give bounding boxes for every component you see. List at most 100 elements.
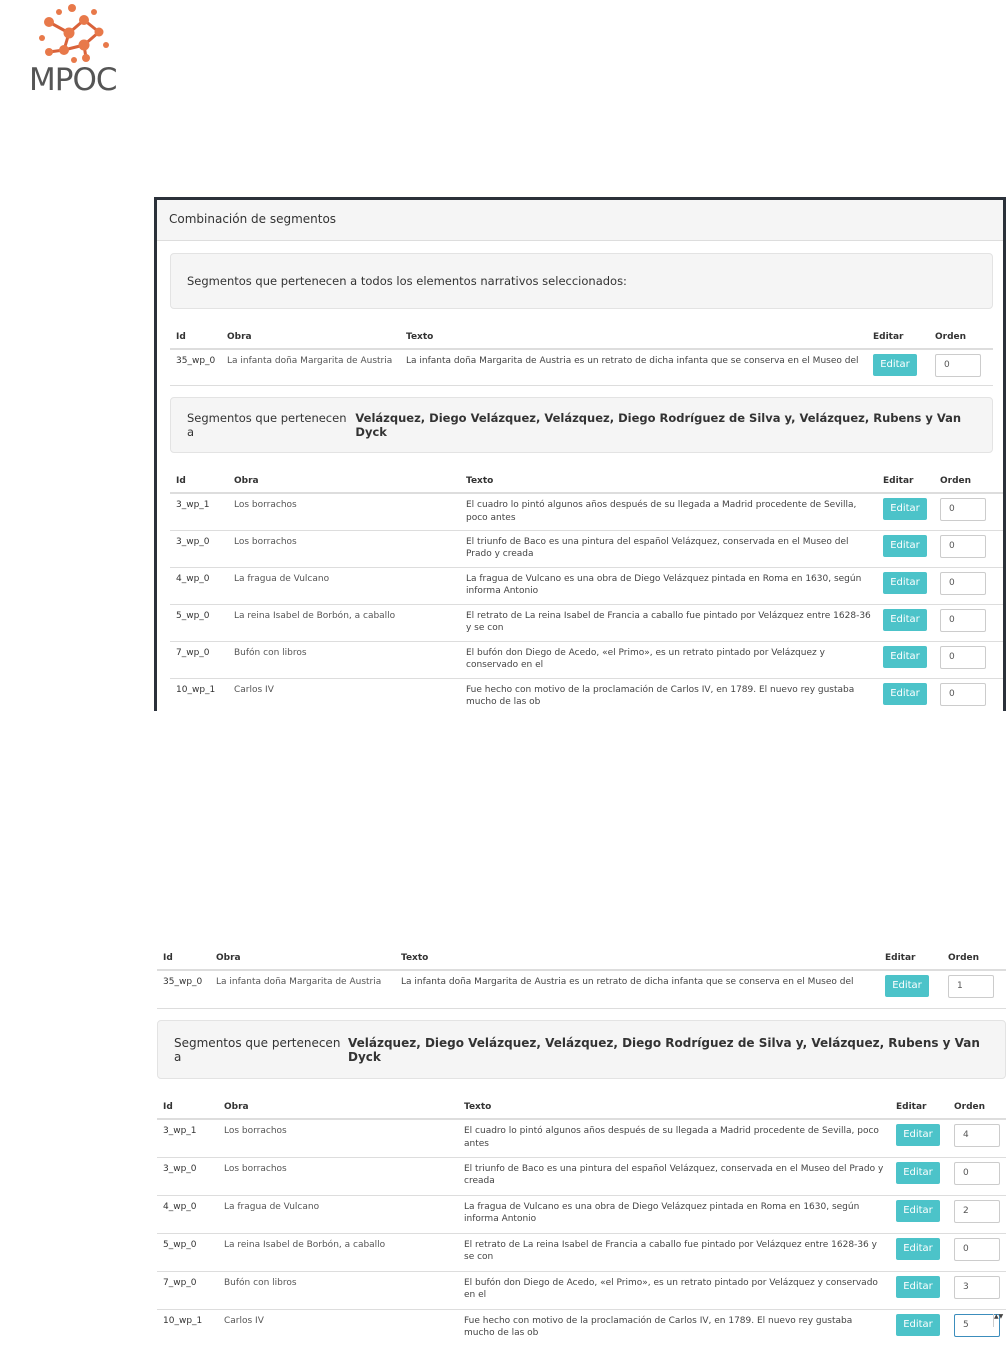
order-cell: 0 bbox=[934, 493, 1003, 531]
group-heading-authors: Velázquez, Diego Velázquez, Velázquez, D… bbox=[347, 1035, 980, 1064]
common-segments-table-after: Id Obra Texto Editar Orden 35_wp_0 La inf… bbox=[157, 946, 1006, 1009]
edit-button[interactable]: Editar bbox=[896, 1161, 940, 1184]
order-input[interactable]: 0 bbox=[940, 645, 986, 669]
edit-button[interactable]: Editar bbox=[896, 1275, 940, 1298]
col-editar: Editar bbox=[867, 325, 929, 350]
col-editar: Editar bbox=[890, 1095, 948, 1120]
col-texto: Texto bbox=[395, 946, 879, 971]
order-input[interactable]: 0 bbox=[940, 571, 986, 595]
table-row: 3_wp_1 Los borrachos El cuadro lo pintó al… bbox=[170, 493, 1003, 531]
segment-texto: El bufón don Diego de Acedo, «el Primo»,… bbox=[460, 641, 877, 679]
order-cell: 0 bbox=[934, 604, 1003, 642]
segment-obra: Bufón con libros bbox=[228, 641, 460, 679]
col-obra: Obra bbox=[228, 469, 460, 494]
col-orden: Orden bbox=[942, 946, 1006, 971]
edit-button[interactable]: Editar bbox=[873, 354, 917, 376]
segment-texto: El retrato de La reina Isabel de Francia… bbox=[460, 604, 877, 642]
order-cell: 0 bbox=[934, 641, 1003, 679]
col-orden: Orden bbox=[929, 325, 993, 350]
table-header-row: Id Obra Texto Editar Orden bbox=[170, 469, 1003, 494]
table-header-row: Id Obra Texto Editar Orden bbox=[157, 1095, 1006, 1120]
segment-obra: Carlos IV bbox=[218, 1309, 458, 1347]
col-orden: Orden bbox=[934, 469, 1003, 494]
segment-texto: La infanta doña Margarita de Austria es … bbox=[395, 970, 879, 1009]
edit-button[interactable]: Editar bbox=[883, 645, 927, 668]
group-heading-authors: Velázquez, Diego Velázquez, Velázquez, D… bbox=[355, 411, 962, 439]
order-input[interactable]: 0 bbox=[954, 1161, 1000, 1185]
table-row: 3_wp_1 Los borrachos El cuadro lo pintó al… bbox=[157, 1119, 1006, 1158]
segment-id: 10_wp_1 bbox=[170, 678, 228, 711]
edit-button[interactable]: Editar bbox=[883, 571, 927, 594]
table-row: 35_wp_0 La infanta doña Margarita de Aust… bbox=[170, 349, 993, 386]
edit-cell: Editar bbox=[890, 1195, 948, 1234]
edit-button[interactable]: Editar bbox=[883, 498, 927, 520]
edit-button[interactable]: Editar bbox=[896, 1313, 940, 1336]
segment-obra: La reina Isabel de Borbón, a caballo bbox=[218, 1233, 458, 1272]
edit-button[interactable]: Editar bbox=[883, 608, 927, 631]
edit-button[interactable]: Editar bbox=[896, 1237, 940, 1260]
segment-id: 5_wp_0 bbox=[157, 1233, 218, 1272]
table-row: 10_wp_1 Carlos IV Fue hecho con motivo de … bbox=[170, 678, 1003, 711]
edit-button[interactable]: Editar bbox=[885, 975, 929, 997]
order-cell: 3 bbox=[948, 1271, 1006, 1310]
segment-obra: La infanta doña Margarita de Austria bbox=[221, 349, 400, 386]
edit-cell: Editar bbox=[890, 1119, 948, 1158]
col-texto: Texto bbox=[458, 1095, 890, 1120]
edit-cell: Editar bbox=[877, 493, 934, 531]
segment-obra: Los borrachos bbox=[218, 1119, 458, 1158]
edit-cell: Editar bbox=[877, 604, 934, 642]
order-cell: 1 bbox=[942, 970, 1006, 1009]
segment-id: 35_wp_0 bbox=[170, 349, 221, 386]
edit-button[interactable]: Editar bbox=[896, 1199, 940, 1222]
order-input[interactable]: 0 bbox=[940, 682, 986, 706]
segment-texto: El retrato de La reina Isabel de Francia… bbox=[458, 1233, 890, 1272]
segment-obra: Carlos IV bbox=[228, 678, 460, 711]
segment-obra: Los borrachos bbox=[228, 493, 460, 531]
order-input[interactable]: 3 bbox=[954, 1275, 1000, 1299]
order-input[interactable]: 2 bbox=[954, 1199, 1000, 1223]
spinner-icon[interactable]: ▲▼ bbox=[993, 1313, 1003, 1327]
segment-id: 5_wp_0 bbox=[170, 604, 228, 642]
table-row: 35_wp_0 La infanta doña Margarita de Aust… bbox=[157, 970, 1006, 1009]
segment-obra: Los borrachos bbox=[218, 1157, 458, 1196]
col-id: Id bbox=[170, 469, 228, 494]
edit-cell: Editar bbox=[890, 1157, 948, 1196]
edit-button[interactable]: Editar bbox=[883, 682, 927, 705]
segment-texto: El bufón don Diego de Acedo, «el Primo»,… bbox=[458, 1271, 890, 1310]
col-id: Id bbox=[157, 1095, 218, 1120]
col-obra: Obra bbox=[221, 325, 400, 350]
segment-id: 3_wp_0 bbox=[157, 1157, 218, 1196]
order-input[interactable]: 0 bbox=[954, 1237, 1000, 1261]
order-cell: 0 bbox=[934, 678, 1003, 711]
edit-button[interactable]: Editar bbox=[883, 534, 927, 557]
segment-texto: El triunfo de Baco es una pintura del es… bbox=[458, 1157, 890, 1196]
order-cell: 0 bbox=[948, 1157, 1006, 1196]
edit-cell: Editar bbox=[890, 1309, 948, 1347]
col-orden: Orden bbox=[948, 1095, 1006, 1120]
table-row: 10_wp_1 Carlos IV Fue hecho con motivo de … bbox=[157, 1309, 1006, 1347]
segment-texto: La infanta doña Margarita de Austria es … bbox=[400, 349, 867, 386]
order-input[interactable]: 0 bbox=[940, 608, 986, 632]
group-segments-heading: Segmentos que pertenecen a Velázquez, Di… bbox=[170, 397, 993, 453]
segment-obra: Bufón con libros bbox=[218, 1271, 458, 1310]
order-input[interactable]: 0 bbox=[940, 534, 986, 558]
order-input[interactable]: 0 bbox=[940, 498, 986, 521]
order-input[interactable]: 0 bbox=[935, 354, 981, 377]
table-row: 5_wp_0 La reina Isabel de Borbón, a cabal… bbox=[157, 1233, 1006, 1272]
segment-id: 3_wp_0 bbox=[170, 530, 228, 568]
edit-cell: Editar bbox=[877, 641, 934, 679]
edit-button[interactable]: Editar bbox=[896, 1124, 940, 1146]
group-segments-table: Id Obra Texto Editar Orden 3_wp_1 Los bor… bbox=[170, 469, 1003, 711]
col-editar: Editar bbox=[879, 946, 942, 971]
segment-texto: El cuadro lo pintó algunos años después … bbox=[460, 493, 877, 531]
order-input[interactable]: 4 bbox=[954, 1124, 1000, 1147]
edit-cell: Editar bbox=[877, 678, 934, 711]
segment-obra: Los borrachos bbox=[228, 530, 460, 568]
edit-cell: Editar bbox=[877, 530, 934, 568]
group-segments-heading-after: Segmentos que pertenecen a Velázquez, Di… bbox=[157, 1020, 1006, 1079]
order-cell: 2 bbox=[948, 1195, 1006, 1234]
segment-texto: El triunfo de Baco es una pintura del es… bbox=[460, 530, 877, 568]
order-input[interactable]: 1 bbox=[948, 975, 994, 998]
segment-id: 3_wp_1 bbox=[157, 1119, 218, 1158]
order-cell: 0 bbox=[934, 567, 1003, 605]
